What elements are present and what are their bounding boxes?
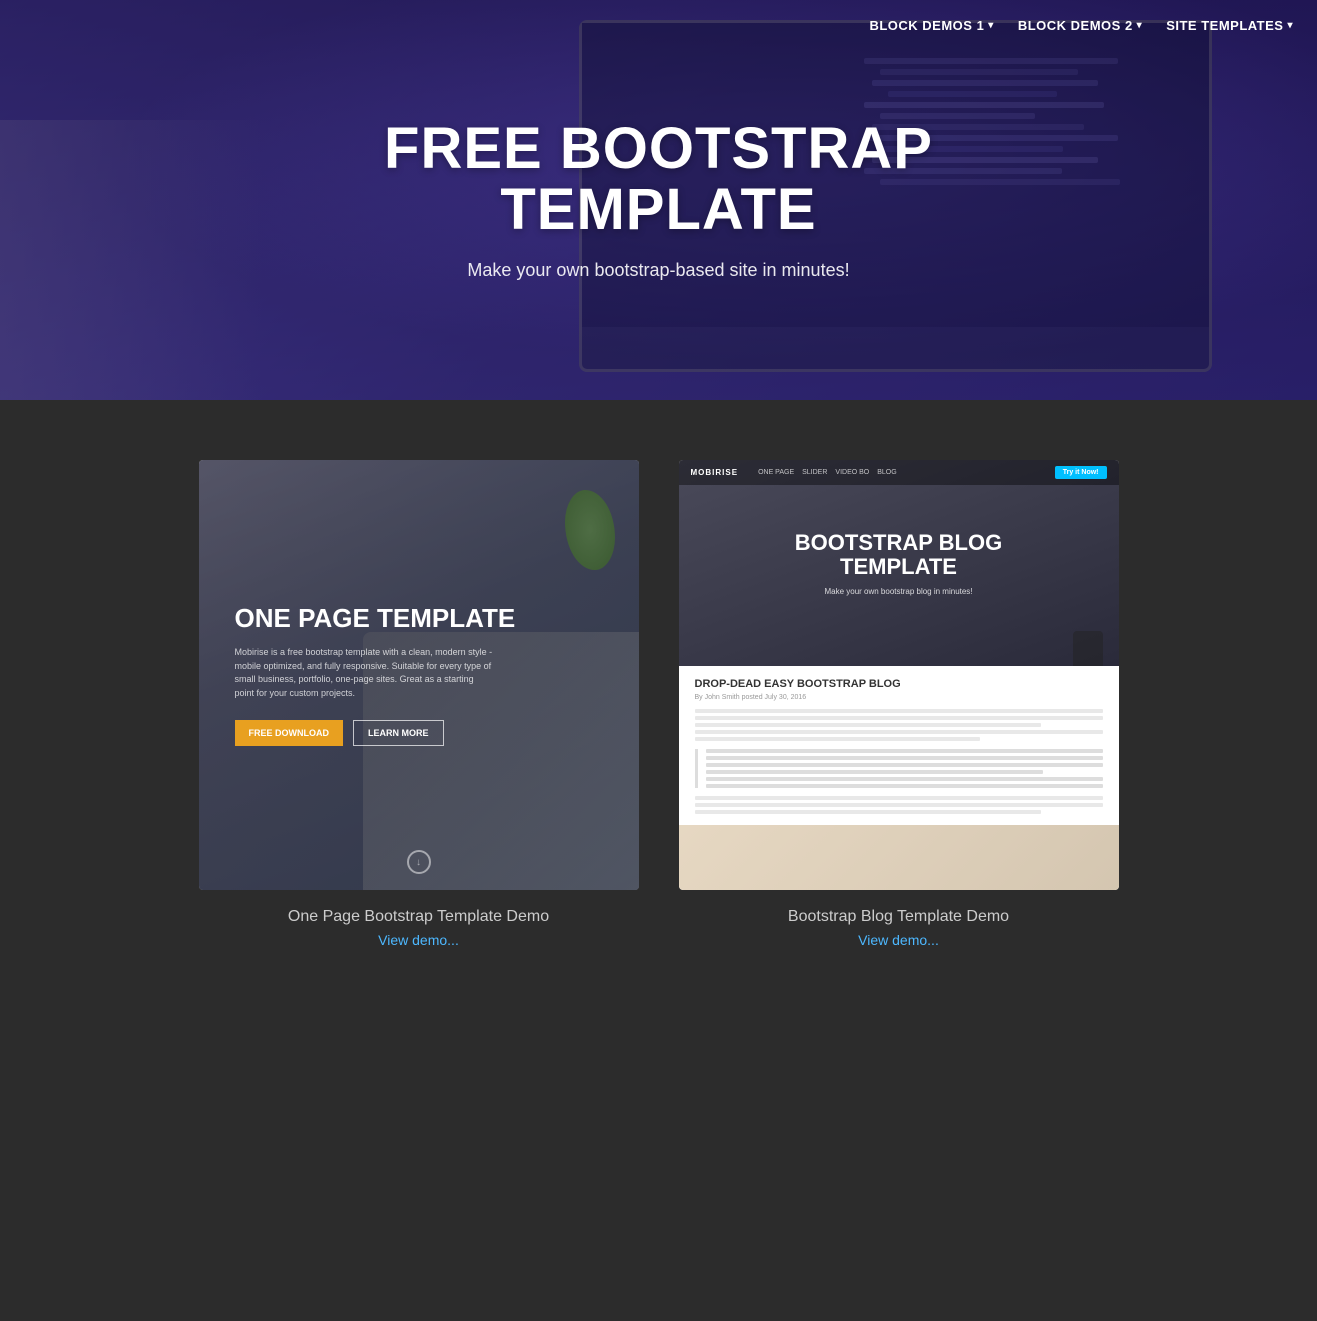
- blog-article-title: DROP-DEAD EASY BOOTSTRAP BLOG: [695, 678, 1103, 690]
- blog-text-line: [695, 737, 981, 741]
- blog-text-line: [695, 803, 1103, 807]
- free-download-button[interactable]: FREE DOWNLOAD: [235, 720, 344, 746]
- blog-hero-title: BOOTSTRAP BLOGTEMPLATE: [795, 531, 1002, 579]
- blog-text-line: [706, 763, 1103, 767]
- hero-title: FREE BOOTSTRAPTEMPLATE: [384, 119, 933, 241]
- template-preview-one-page[interactable]: ONE PAGE TEMPLATE Mobirise is a free boo…: [199, 460, 639, 890]
- blog-text-line: [706, 777, 1103, 781]
- blog-preview-content: MOBIRISE ONE PAGE SLIDER VIDEO BO BLOG T…: [679, 460, 1119, 890]
- navigation: BLOCK DEMOS 1 ▾ BLOCK DEMOS 2 ▾ SITE TEM…: [845, 0, 1317, 51]
- template-card-blog: MOBIRISE ONE PAGE SLIDER VIDEO BO BLOG T…: [679, 460, 1119, 948]
- chevron-down-icon: ▾: [1137, 20, 1143, 31]
- blog-text-line: [695, 810, 1042, 814]
- blog-bottom-food-image: [679, 825, 1119, 890]
- blog-nav-brand: MOBIRISE: [691, 468, 739, 477]
- one-page-view-demo-link[interactable]: View demo...: [378, 932, 459, 948]
- blog-text-line: [695, 709, 1103, 713]
- one-page-preview-buttons: FREE DOWNLOAD LEARN MORE: [235, 720, 516, 746]
- blog-hero-subtitle: Make your own bootstrap blog in minutes!: [824, 587, 972, 596]
- nav-block-demos-1[interactable]: BLOCK DEMOS 1 ▾: [869, 18, 993, 33]
- blog-view-demo-link[interactable]: View demo...: [858, 932, 939, 948]
- scroll-down-icon: ↓: [407, 850, 431, 874]
- plant-decoration: [565, 490, 615, 570]
- chevron-down-icon: ▾: [1287, 20, 1293, 31]
- one-page-text-content: ONE PAGE TEMPLATE Mobirise is a free boo…: [235, 604, 516, 747]
- blog-text-line: [695, 730, 1103, 734]
- nav-site-templates[interactable]: SITE TEMPLATES ▾: [1166, 18, 1293, 33]
- blog-text-line: [706, 784, 1103, 788]
- blog-card-title: Bootstrap Blog Template Demo: [788, 908, 1009, 926]
- blog-text-line: [706, 749, 1103, 753]
- blog-nav-link-blog: BLOG: [877, 469, 896, 476]
- blog-content-area: DROP-DEAD EASY BOOTSTRAP BLOG By John Sm…: [679, 666, 1119, 890]
- template-preview-blog[interactable]: MOBIRISE ONE PAGE SLIDER VIDEO BO BLOG T…: [679, 460, 1119, 890]
- blog-text-line: [706, 770, 1043, 774]
- blog-text-line: [695, 796, 1103, 800]
- one-page-card-title: One Page Bootstrap Template Demo: [288, 908, 549, 926]
- blog-text-line: [695, 716, 1103, 720]
- try-it-now-button[interactable]: Try it Now!: [1055, 466, 1107, 479]
- hero-subtitle: Make your own bootstrap-based site in mi…: [384, 260, 933, 281]
- chevron-down-icon: ▾: [988, 20, 994, 31]
- blog-nav-bar: MOBIRISE ONE PAGE SLIDER VIDEO BO BLOG T…: [679, 460, 1119, 485]
- desk-decoration: [0, 120, 263, 400]
- one-page-preview-title: ONE PAGE TEMPLATE: [235, 604, 516, 633]
- nav-block-demos-2[interactable]: BLOCK DEMOS 2 ▾: [1018, 18, 1142, 33]
- blog-nav-links: ONE PAGE SLIDER VIDEO BO BLOG: [758, 469, 897, 476]
- blog-top-section: MOBIRISE ONE PAGE SLIDER VIDEO BO BLOG T…: [679, 460, 1119, 666]
- learn-more-button[interactable]: LEARN MORE: [353, 720, 444, 746]
- blog-blockquote: [695, 749, 1103, 788]
- blog-byline: By John Smith posted July 30, 2016: [695, 694, 1103, 701]
- template-card-one-page: ONE PAGE TEMPLATE Mobirise is a free boo…: [199, 460, 639, 948]
- blog-nav-link-slider: SLIDER: [802, 469, 827, 476]
- one-page-preview-content: ONE PAGE TEMPLATE Mobirise is a free boo…: [199, 460, 639, 890]
- phone-decoration: [1073, 631, 1103, 666]
- hero-content: FREE BOOTSTRAPTEMPLATE Make your own boo…: [364, 119, 953, 282]
- templates-section: ONE PAGE TEMPLATE Mobirise is a free boo…: [0, 400, 1317, 1028]
- blog-text-line: [695, 723, 1042, 727]
- blog-nav-link-video: VIDEO BO: [835, 469, 869, 476]
- blog-nav-link-one-page: ONE PAGE: [758, 469, 794, 476]
- hero-section: FREE BOOTSTRAPTEMPLATE Make your own boo…: [0, 0, 1317, 400]
- one-page-preview-description: Mobirise is a free bootstrap template wi…: [235, 646, 495, 700]
- blog-text-line: [706, 756, 1103, 760]
